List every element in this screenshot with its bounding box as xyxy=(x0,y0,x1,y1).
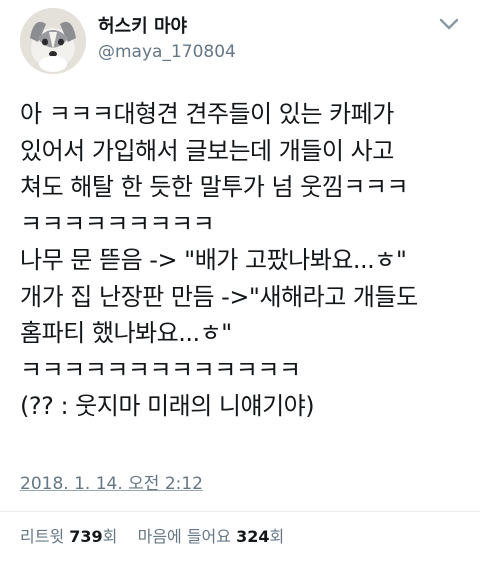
divider xyxy=(0,511,480,512)
tweet-menu-button[interactable] xyxy=(438,16,460,32)
tweet-text-line: ㅋㅋㅋㅋㅋㅋㅋㅋㅋ xyxy=(20,209,215,238)
tweet-text-line: ㅋㅋㅋㅋㅋㅋㅋㅋㅋㅋㅋㅋㅋ xyxy=(20,355,301,384)
retweets-stat[interactable]: 리트윗 739회 xyxy=(20,527,123,546)
tweet-text-line: 있어서 가입해서 글보는데 개들이 사고 xyxy=(20,136,394,165)
tweet-text-line: 나무 문 뜯음 -> "배가 고팠나봐요...ㅎ" xyxy=(20,246,407,274)
user-handle[interactable]: @maya_170804 xyxy=(98,40,236,64)
tweet-stats: 리트윗 739회 마음에 들어요 324회 xyxy=(20,526,284,548)
chevron-down-icon xyxy=(439,18,459,30)
retweets-count: 739 xyxy=(69,527,103,546)
likes-count: 324 xyxy=(236,527,270,546)
display-name[interactable]: 허스키 마야 xyxy=(98,16,236,38)
tweet-text-line: 아 ㅋㅋㅋ대형견 견주들이 있는 카페가 xyxy=(20,100,394,128)
tweet-text-line: (?? : 웃지마 미래의 니얘기야) xyxy=(20,392,315,420)
likes-label: 마음에 들어요 xyxy=(137,527,231,546)
likes-unit: 회 xyxy=(269,527,285,546)
tweet-text-line: 쳐도 해탈 한 듯한 말투가 넘 웃낌ㅋㅋㅋ xyxy=(20,173,409,201)
husky-puppy-icon xyxy=(20,8,86,74)
tweet-text: 아 ㅋㅋㅋ대형견 견주들이 있는 카페가 있어서 가입해서 글보는데 개들이 사… xyxy=(20,96,465,425)
tweet-card: 허스키 마야 @maya_170804 아 ㅋㅋㅋ대형견 견주들이 있는 카페가… xyxy=(0,0,480,563)
tweet-timestamp[interactable]: 2018. 1. 14. 오전 2:12 xyxy=(20,472,203,496)
tweet-text-line: 개가 집 난장판 만듬 ->"새해라고 개들도 xyxy=(20,282,418,311)
user-info[interactable]: 허스키 마야 @maya_170804 xyxy=(98,16,236,64)
tweet-header: 허스키 마야 @maya_170804 xyxy=(20,8,460,78)
avatar[interactable] xyxy=(20,8,86,74)
tweet-text-line: 홈파티 했나봐요...ㅎ" xyxy=(20,319,232,347)
likes-stat[interactable]: 마음에 들어요 324회 xyxy=(138,527,285,546)
retweets-label: 리트윗 xyxy=(20,527,65,546)
retweets-unit: 회 xyxy=(102,527,118,546)
